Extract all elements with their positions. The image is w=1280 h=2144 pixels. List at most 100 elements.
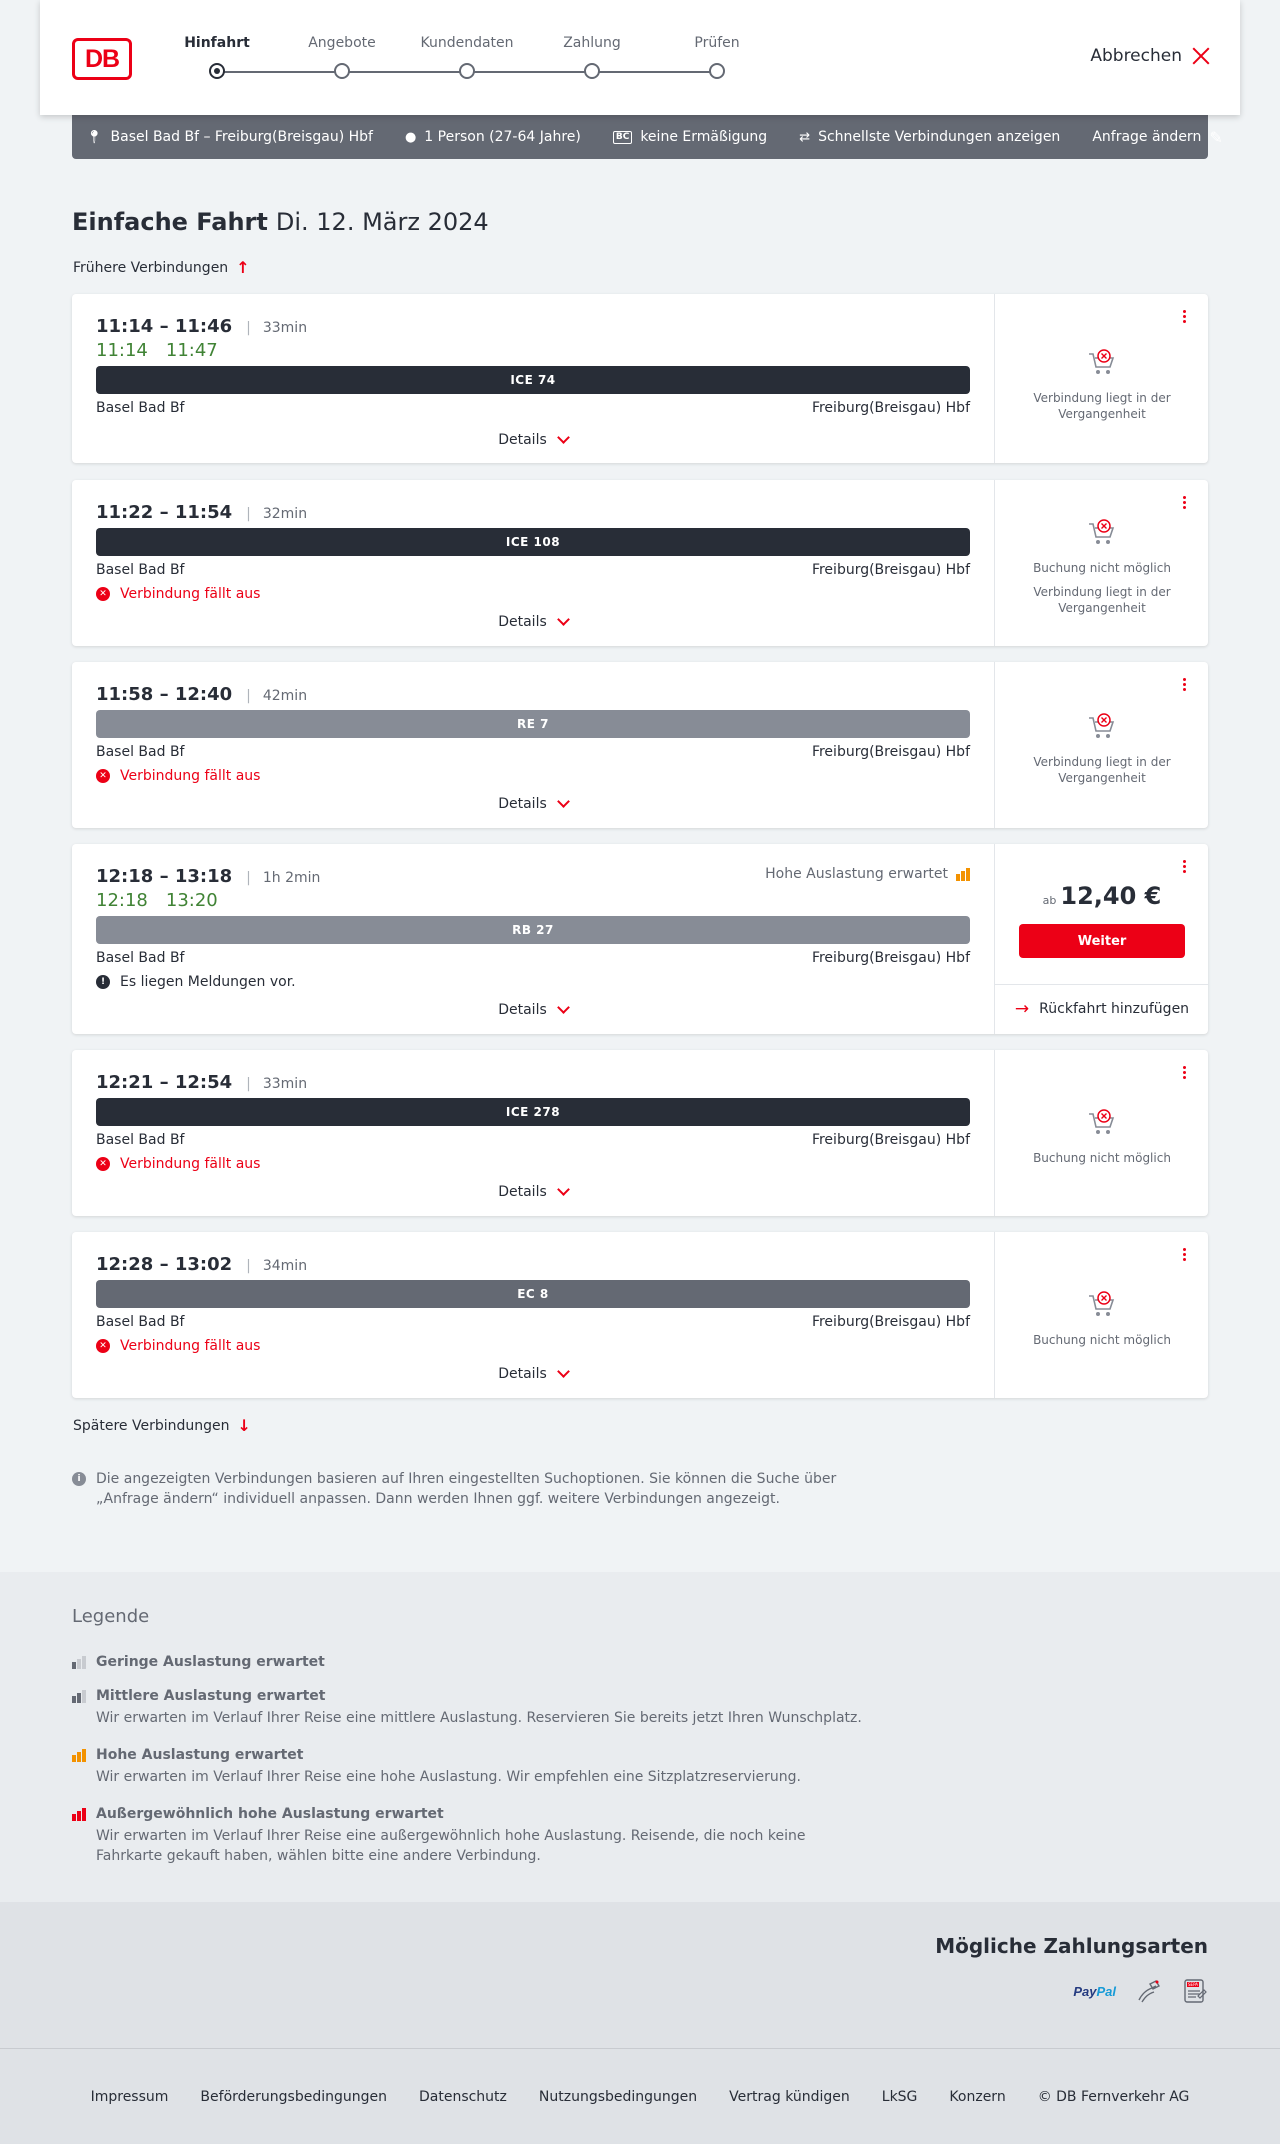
person-icon: ●	[404, 129, 417, 145]
step-label: Zahlung	[563, 35, 621, 51]
fastest-text: Schnellste Verbindungen anzeigen	[818, 129, 1061, 145]
progress-stepper: Hinfahrt Angebote Kundendaten Zahlung Pr…	[182, 34, 740, 84]
continue-button[interactable]: Weiter	[1019, 924, 1185, 958]
legend-item-low: Geringe Auslastung erwartet	[72, 1654, 872, 1670]
earlier-label: Frühere Verbindungen	[73, 259, 229, 276]
footer-link-lksg[interactable]: LkSG	[882, 2089, 918, 2105]
more-options-icon[interactable]	[1174, 860, 1194, 880]
step-dot	[334, 63, 350, 79]
legend-item-exceptional: Außergewöhnlich hohe Auslastung erwartet…	[72, 1806, 872, 1866]
departure-time: 11:22	[96, 502, 154, 523]
footer-link-vertrag-kuendigen[interactable]: Vertrag kündigen	[729, 2089, 850, 2105]
details-toggle[interactable]: Details	[72, 431, 994, 448]
legend-item-medium: Mittlere Auslastung erwartet Wir erwarte…	[72, 1688, 872, 1728]
payment-icons: PayPal SEPA	[1073, 1978, 1208, 2004]
error-icon: ✕	[96, 1339, 110, 1353]
error-icon: ✕	[96, 1157, 110, 1171]
payment-methods-section: Mögliche Zahlungsarten PayPal SEPA	[0, 1902, 1280, 2048]
price-value: 12,40 €	[1060, 882, 1162, 910]
step-angebote: Angebote	[272, 34, 412, 79]
separator: |	[246, 870, 251, 886]
cancellation-notice: ✕ Verbindung fällt aus	[96, 768, 260, 784]
db-logo[interactable]: DB	[72, 38, 132, 80]
destination-station: Freiburg(Breisgau) Hbf	[811, 400, 970, 416]
footer-link-befoerderungsbedingungen[interactable]: Beförderungsbedingungen	[200, 2089, 387, 2105]
legend-title-text: Außergewöhnlich hohe Auslastung erwartet	[96, 1806, 444, 1822]
location-pin-icon: 📍︎	[86, 129, 103, 145]
more-options-icon[interactable]	[1174, 1066, 1194, 1086]
train-bar[interactable]: ICE 278	[96, 1098, 970, 1126]
passenger-summary: ● 1 Person (27-64 Jahre)	[405, 129, 581, 145]
swap-arrows-icon: ⇄	[799, 129, 811, 145]
exclamation-icon: !	[96, 975, 110, 989]
arrow-up-icon: ↑	[236, 258, 250, 277]
cart-unavailable-icon	[1088, 519, 1114, 544]
origin-station: Basel Bad Bf	[96, 1132, 185, 1148]
cart-unavailable-icon	[1088, 713, 1114, 738]
duration: 42min	[262, 688, 308, 704]
details-toggle[interactable]: Details	[72, 613, 994, 630]
details-toggle[interactable]: Details	[72, 795, 994, 812]
train-bar[interactable]: RE 7	[96, 710, 970, 738]
footer-link-datenschutz[interactable]: Datenschutz	[419, 2089, 507, 2105]
legend-item-desc: Wir erwarten im Verlauf Ihrer Reise eine…	[96, 1828, 806, 1864]
cancellation-notice: ✕ Verbindung fällt aus	[96, 1156, 260, 1172]
details-toggle[interactable]: Details	[72, 1183, 994, 1200]
cancellation-text: Verbindung fällt aus	[120, 586, 261, 602]
departure-time: 12:18	[96, 866, 154, 887]
train-bar[interactable]: RB 27	[96, 916, 970, 944]
footer-link-impressum[interactable]: Impressum	[91, 2089, 169, 2105]
chevron-down-icon	[556, 431, 570, 444]
earlier-connections-link[interactable]: Frühere Verbindungen ↑	[73, 258, 250, 277]
more-options-icon[interactable]	[1174, 496, 1194, 516]
edit-request-button[interactable]: Anfrage ändern ✎	[1092, 128, 1222, 147]
chevron-down-icon	[556, 1365, 570, 1378]
step-zahlung: Zahlung	[522, 34, 662, 79]
occupancy-text: Hohe Auslastung erwartet	[765, 866, 948, 882]
step-dot	[459, 63, 475, 79]
realtime-departure: 11:14	[96, 340, 148, 361]
step-label: Prüfen	[694, 35, 740, 51]
step-dot	[709, 63, 725, 79]
more-options-icon[interactable]	[1174, 678, 1194, 698]
origin-station: Basel Bad Bf	[96, 744, 185, 760]
connection-times: 11:58 – 12:40 | 42min	[96, 684, 308, 705]
destination-station: Freiburg(Breisgau) Hbf	[811, 744, 970, 760]
destination-station: Freiburg(Breisgau) Hbf	[811, 950, 970, 966]
legend-section: Legende Geringe Auslastung erwartet Mitt…	[0, 1572, 1280, 1902]
details-toggle[interactable]: Details	[72, 1001, 994, 1018]
arrival-time: 13:02	[174, 1254, 233, 1275]
train-bar[interactable]: EC 8	[96, 1280, 970, 1308]
connection-info: 12:28 – 13:02 | 34min EC 8 Basel Bad Bf Fr…	[72, 1232, 994, 1398]
arrival-time: 11:46	[174, 316, 233, 337]
cancel-button[interactable]: Abbrechen	[1090, 46, 1210, 66]
more-options-icon[interactable]	[1174, 1248, 1194, 1268]
footer: Impressum Beförderungsbedingungen Datens…	[0, 2048, 1280, 2144]
step-label: Angebote	[308, 35, 376, 51]
sepa-label: SEPA	[1188, 1982, 1198, 1987]
details-toggle[interactable]: Details	[72, 1365, 994, 1382]
realtime-times: 11:14 11:47	[96, 340, 236, 361]
more-options-icon[interactable]	[1174, 310, 1194, 330]
connection-info: 12:21 – 12:54 | 33min ICE 278 Basel Bad Bf…	[72, 1050, 994, 1216]
add-return-trip-link[interactable]: → Rückfahrt hinzufügen	[995, 984, 1209, 1033]
footer-link-nutzungsbedingungen[interactable]: Nutzungsbedingungen	[539, 2089, 697, 2105]
step-dot	[209, 63, 225, 79]
connection-times: 11:22 – 11:54 | 32min	[96, 502, 308, 523]
cart-unavailable-icon	[1088, 349, 1114, 374]
legend-item-desc: Wir erwarten im Verlauf Ihrer Reise eine…	[96, 1769, 801, 1785]
departure-time: 12:28	[96, 1254, 154, 1275]
train-bar[interactable]: ICE 74	[96, 366, 970, 394]
booking-message: Verbindung liegt in der Vergangenheit	[1033, 391, 1171, 421]
origin-station: Basel Bad Bf	[96, 562, 185, 578]
connection-card: 12:21 – 12:54 | 33min ICE 278 Basel Bad Bf…	[72, 1050, 1208, 1216]
footer-link-konzern[interactable]: Konzern	[949, 2089, 1005, 2105]
sepa-direct-debit-icon: SEPA	[1184, 1979, 1207, 2003]
pencil-icon: ✎	[1209, 127, 1223, 147]
duration: 34min	[262, 1258, 308, 1274]
booking-panel: Buchung nicht möglich	[994, 1050, 1208, 1216]
train-bar[interactable]: ICE 108	[96, 528, 970, 556]
later-connections-link[interactable]: Spätere Verbindungen ↓	[73, 1416, 251, 1435]
error-icon: ✕	[96, 769, 110, 783]
chevron-down-icon	[556, 1001, 570, 1014]
